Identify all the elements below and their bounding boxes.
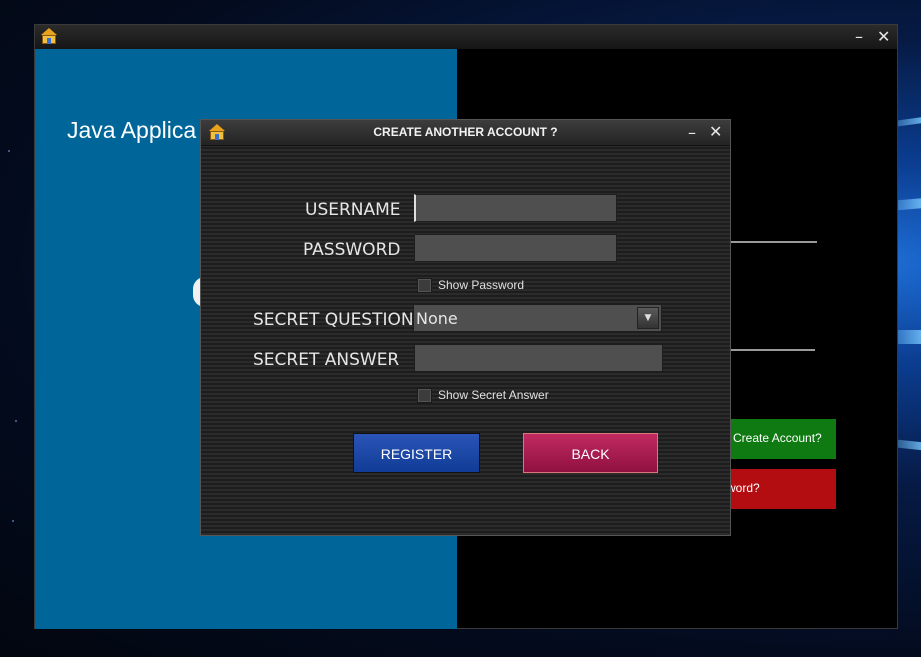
app-title: Java Applica bbox=[67, 117, 197, 143]
show-secret-answer-label: Show Secret Answer bbox=[438, 388, 549, 402]
show-secret-answer-checkbox[interactable]: Show Secret Answer bbox=[417, 388, 557, 406]
dialog-titlebar[interactable]: CREATE ANOTHER ACCOUNT ? – ✕ bbox=[201, 120, 730, 146]
register-button[interactable]: REGISTER bbox=[353, 433, 480, 473]
secret-answer-label: SECRET ANSWER bbox=[253, 350, 400, 370]
create-account-button[interactable]: Create Account? bbox=[725, 419, 836, 459]
create-account-dialog: CREATE ANOTHER ACCOUNT ? – ✕ USERNAME PA… bbox=[200, 119, 731, 536]
desktop-star bbox=[15, 420, 17, 422]
show-password-label: Show Password bbox=[438, 278, 525, 292]
desktop-star bbox=[8, 150, 10, 152]
secret-question-select[interactable]: None ▼ bbox=[413, 304, 662, 332]
forgot-password-label: word? bbox=[727, 481, 760, 495]
forgot-password-button[interactable]: word? bbox=[725, 469, 836, 509]
checkbox-icon bbox=[417, 388, 432, 403]
underline-divider bbox=[731, 241, 817, 243]
secret-question-label: SECRET QUESTION bbox=[253, 310, 414, 330]
minimize-button[interactable]: – bbox=[855, 29, 863, 45]
password-label: PASSWORD bbox=[303, 240, 401, 260]
checkbox-icon bbox=[417, 278, 432, 293]
secret-question-value: None bbox=[416, 309, 458, 328]
underline-divider bbox=[731, 349, 815, 351]
create-account-label: Create Account? bbox=[733, 431, 822, 445]
secret-answer-input[interactable] bbox=[414, 344, 663, 372]
main-titlebar[interactable]: – ✕ bbox=[35, 25, 897, 49]
close-button[interactable]: ✕ bbox=[877, 29, 890, 45]
show-password-checkbox[interactable]: Show Password bbox=[417, 278, 537, 296]
dialog-close-button[interactable]: ✕ bbox=[709, 124, 722, 140]
dialog-minimize-button[interactable]: – bbox=[688, 125, 696, 141]
chevron-down-icon[interactable]: ▼ bbox=[637, 307, 659, 329]
desktop-star bbox=[12, 520, 14, 522]
password-input[interactable] bbox=[414, 234, 617, 262]
dialog-title: CREATE ANOTHER ACCOUNT ? bbox=[373, 125, 558, 139]
username-input[interactable] bbox=[414, 194, 617, 222]
username-label: USERNAME bbox=[305, 200, 401, 220]
house-icon bbox=[39, 28, 59, 46]
back-button[interactable]: BACK bbox=[523, 433, 658, 473]
